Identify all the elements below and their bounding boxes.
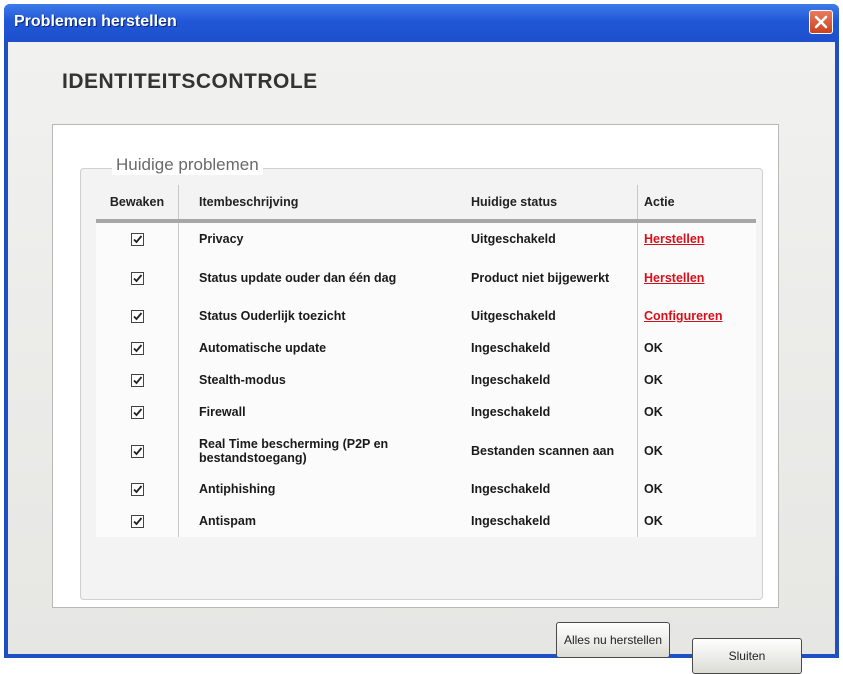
action-status: OK [644,443,663,458]
item-status: Ingeschakeld [465,364,638,396]
item-description: Status update ouder dan één dag [178,255,465,300]
monitor-checkbox[interactable] [130,342,144,356]
action-cell: OK [637,396,756,428]
table-header-row: Bewaken Itembeschrijving Huidige status … [96,185,756,223]
dialog-content: IDENTITEITSCONTROLE Bewaken Itembeschrij… [8,42,835,674]
checkmark-icon [132,447,142,455]
column-header-action: Actie [637,185,756,223]
title-bar[interactable]: Problemen herstellen [4,4,839,42]
column-header-status: Huidige status [465,185,638,223]
action-cell: OK [637,505,756,537]
action-status: OK [644,482,663,496]
table-row: Privacy Uitgeschakeld Herstellen [96,221,756,255]
item-description: Antispam [178,505,465,537]
checkmark-icon [132,376,142,385]
close-dialog-button-label: Sluiten [728,648,766,663]
window-title: Problemen herstellen [14,13,177,30]
item-description: Firewall [178,396,465,428]
action-status: OK [644,405,663,419]
monitor-checkbox[interactable] [130,515,144,529]
action-link[interactable]: Herstellen [644,232,704,246]
item-status: Ingeschakeld [465,396,638,428]
monitor-checkbox[interactable] [130,374,144,388]
item-description: Status Ouderlijk toezicht [178,300,465,332]
table-row: Antispam Ingeschakeld OK [96,505,756,537]
action-link[interactable]: Herstellen [644,271,704,285]
checkmark-icon [132,517,142,526]
item-description: Antiphishing [178,473,465,505]
action-cell: OK [637,364,756,396]
page-title: IDENTITEITSCONTROLE [62,70,318,93]
item-description: Real Time bescherming (P2P en bestandsto… [178,428,465,473]
action-status: OK [644,341,663,355]
column-header-monitor: Bewaken [96,185,179,223]
action-cell: OK [637,473,756,505]
checkmark-icon [132,485,142,494]
action-cell: OK [637,428,756,473]
monitor-cell [96,300,179,332]
monitor-checkbox[interactable] [130,483,144,497]
item-status: Uitgeschakeld [465,300,638,332]
monitor-checkbox[interactable] [130,271,144,285]
item-status: Product niet bijgewerkt [465,255,638,300]
content-panel: Bewaken Itembeschrijving Huidige status … [52,124,779,608]
monitor-cell [96,221,179,255]
item-status: Ingeschakeld [465,505,638,537]
item-status: Ingeschakeld [465,332,638,364]
monitor-cell [96,332,179,364]
problems-table: Bewaken Itembeschrijving Huidige status … [96,185,756,537]
action-link[interactable]: Configureren [644,309,722,323]
monitor-cell [96,255,179,300]
close-button[interactable] [809,10,833,34]
group-label: Huidige problemen [112,155,263,175]
action-cell: OK [637,332,756,364]
checkmark-icon [132,408,142,417]
problems-groupbox: Bewaken Itembeschrijving Huidige status … [80,168,763,600]
item-status: Uitgeschakeld [465,221,638,255]
checkmark-icon [132,274,142,282]
item-status: Bestanden scannen aan [465,428,638,473]
table-row: Real Time bescherming (P2P en bestandsto… [96,428,756,473]
item-description: Privacy [178,221,465,255]
problems-table-body: Privacy Uitgeschakeld Herstellen Status upd… [96,221,756,537]
table-row: Firewall Ingeschakeld OK [96,396,756,428]
action-cell: Herstellen [637,255,756,300]
dialog-window: Problemen herstellen IDENTITEITSCONTROLE… [4,4,839,674]
fix-all-button-label: Alles nu herstellen [563,632,663,647]
action-status: OK [644,373,663,387]
action-status: OK [644,514,663,528]
table-row: Automatische update Ingeschakeld OK [96,332,756,364]
item-description: Stealth-modus [178,364,465,396]
item-description: Automatische update [178,332,465,364]
checkmark-icon [132,235,142,244]
column-header-description: Itembeschrijving [178,185,465,223]
close-icon [814,15,828,29]
monitor-cell [96,505,179,537]
fix-all-button[interactable]: Alles nu herstellen [556,622,670,658]
monitor-cell [96,473,179,505]
monitor-cell [96,396,179,428]
table-row: Antiphishing Ingeschakeld OK [96,473,756,505]
item-status: Ingeschakeld [465,473,638,505]
table-row: Status update ouder dan één dag Product n… [96,255,756,300]
close-dialog-button[interactable]: Sluiten [692,638,802,674]
table-row: Stealth-modus Ingeschakeld OK [96,364,756,396]
table-row: Status Ouderlijk toezicht Uitgeschakeld Co… [96,300,756,332]
action-cell: Herstellen [637,221,756,255]
monitor-checkbox[interactable] [130,406,144,420]
action-cell: Configureren [637,300,756,332]
monitor-cell [96,364,179,396]
monitor-checkbox[interactable] [130,444,144,458]
monitor-checkbox[interactable] [130,233,144,247]
checkmark-icon [132,344,142,353]
monitor-checkbox[interactable] [130,310,144,324]
monitor-cell [96,428,179,473]
checkmark-icon [132,312,142,321]
